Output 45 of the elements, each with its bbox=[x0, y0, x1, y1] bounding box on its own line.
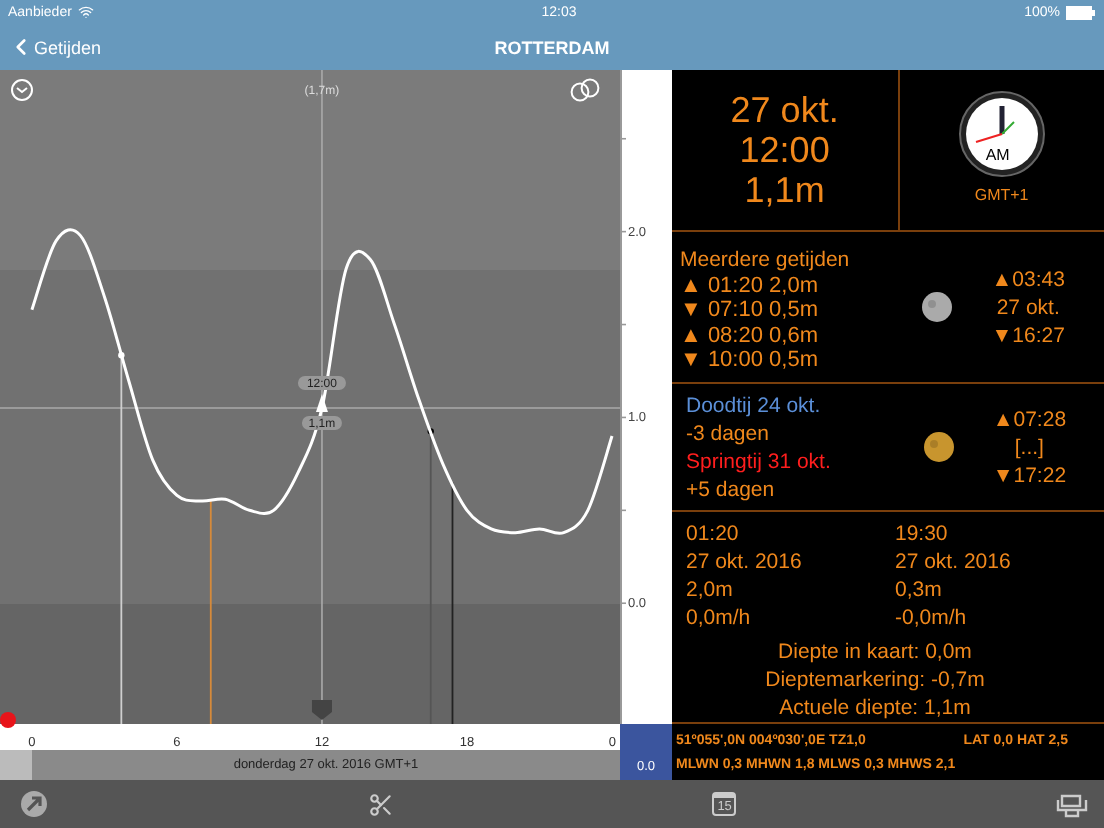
moon-icon bbox=[922, 292, 953, 322]
depth-info: Actuele diepte: 1,1m bbox=[779, 693, 971, 721]
current-time: 12:00 bbox=[739, 130, 830, 170]
extreme-date: 27 okt. 2016 bbox=[895, 548, 1013, 576]
extreme-height: 2,0m bbox=[686, 576, 735, 604]
clock-period: AM bbox=[985, 146, 1010, 164]
section-title: Meerdere getijden bbox=[680, 245, 852, 273]
navigation-icon[interactable] bbox=[20, 790, 48, 818]
extreme-rate: -0,0m/h bbox=[895, 604, 969, 632]
tide-entry: ▲ 08:20 0,6m bbox=[680, 323, 820, 348]
rings-icon[interactable] bbox=[570, 78, 600, 102]
depth-info: Dieptemarkering: -0,7m bbox=[765, 665, 985, 693]
clock-face-drawing bbox=[957, 90, 1046, 178]
neap-tide-days: -3 dagen bbox=[686, 419, 925, 447]
neap-tide-date: Doodtij 24 okt. bbox=[686, 391, 823, 419]
cursor-handle[interactable] bbox=[311, 700, 332, 720]
tide-entry: ▼ 07:10 0,5m bbox=[680, 298, 820, 323]
extreme-height: 0,3m bbox=[895, 576, 944, 604]
moonrise-time: ▲03:43 bbox=[991, 265, 1065, 293]
device-icon[interactable] bbox=[1055, 790, 1088, 818]
extreme-rate: 0,0m/h bbox=[686, 604, 753, 632]
sunrise-time: ▲07:28 bbox=[992, 405, 1067, 433]
now-dot bbox=[0, 712, 16, 728]
sunset-time: ▼17:22 bbox=[992, 461, 1067, 489]
wifi-icon bbox=[77, 4, 94, 20]
current-date: 27 okt. bbox=[730, 90, 839, 130]
extreme-time: 19:30 bbox=[895, 520, 950, 548]
back-link[interactable]: Getijden bbox=[8, 34, 102, 60]
timezone-label: GMT+1 bbox=[974, 184, 1029, 208]
depth-info: Diepte in kaart: 0,0m bbox=[778, 637, 972, 665]
extreme-date: 27 okt. 2016 bbox=[686, 548, 804, 576]
clock-icon bbox=[11, 79, 33, 101]
sun-icon bbox=[924, 432, 955, 462]
extreme-time: 01:20 bbox=[686, 520, 741, 548]
sun-middle: [...] bbox=[1014, 433, 1044, 461]
spring-tide-days: +5 dagen bbox=[686, 475, 925, 503]
moonset-time: ▼16:27 bbox=[991, 321, 1065, 349]
page-title: ROTTERDAM bbox=[494, 37, 610, 57]
tide-entry: ▲ 01:20 2,0m bbox=[680, 273, 820, 298]
moon-date: 27 okt. bbox=[996, 293, 1060, 321]
current-height: 1,1m bbox=[744, 170, 825, 210]
spring-tide-date: Springtij 31 okt. bbox=[686, 447, 833, 475]
scissors-icon[interactable] bbox=[367, 791, 394, 817]
battery-icon bbox=[1065, 5, 1096, 19]
tide-entry: ▼ 10:00 0,5m bbox=[680, 348, 820, 373]
